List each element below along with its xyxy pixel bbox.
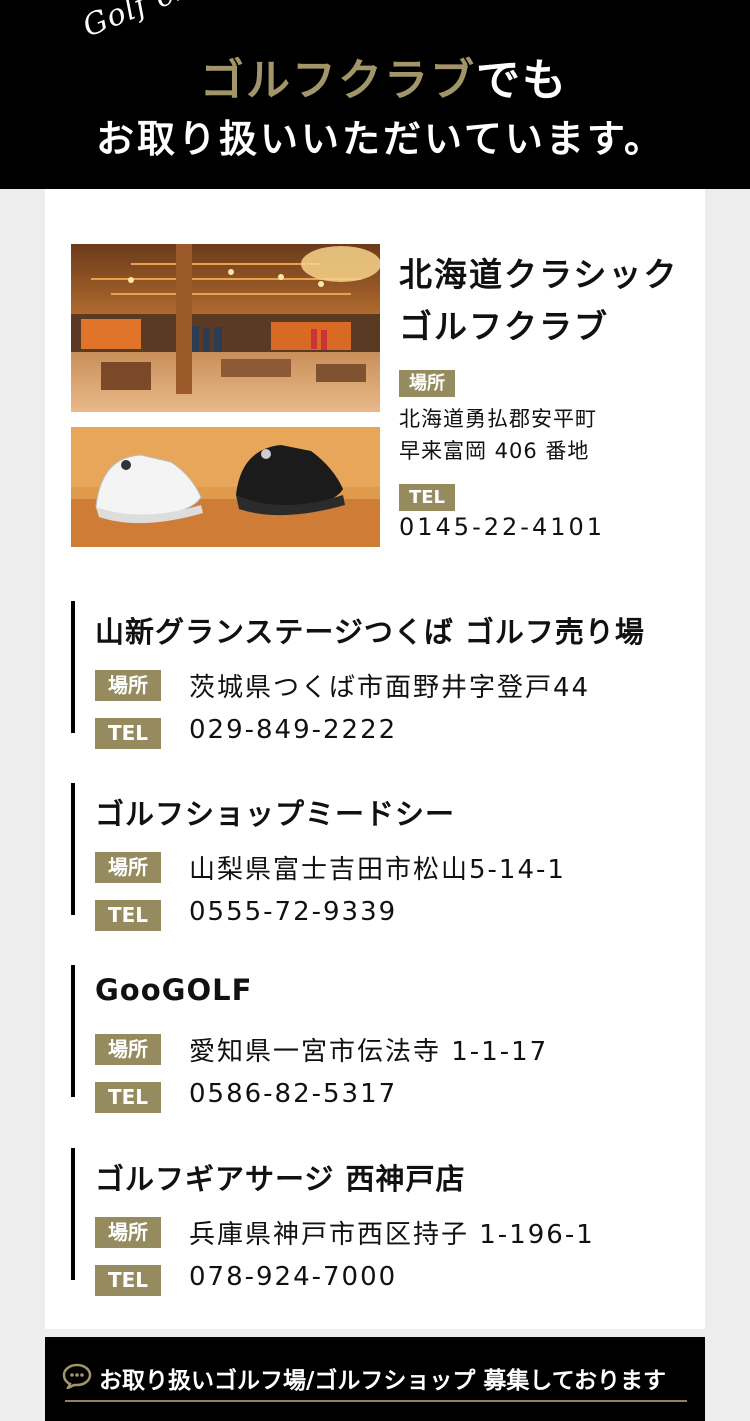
store-name: ゴルフギアサージ 西神戸店 [95, 1162, 466, 1196]
place-badge: 場所 [95, 1217, 161, 1248]
tel-badge: TEL [95, 1082, 161, 1113]
golf-shoes-photo [71, 427, 380, 547]
featured-address: 北海道勇払郡安平町 早来富岡 406 番地 [399, 403, 597, 467]
place-badge: 場所 [95, 670, 161, 701]
featured-name-line2: ゴルフクラブ [399, 307, 609, 346]
accent-bar [71, 601, 75, 733]
tel-badge: TEL [95, 900, 161, 931]
store-address: 茨城県つくば市面野井字登戸44 [189, 673, 591, 703]
store-entry: ゴルフギアサージ 西神戸店 場所 兵庫県神戸市西区持子 1-196-1 TEL … [71, 1148, 691, 1296]
place-badge: 場所 [95, 1034, 161, 1065]
recruit-banner-text: お取り扱いゴルフ場/ゴルフショップ 募集しております [99, 1368, 667, 1394]
recruit-banner[interactable]: お取り扱いゴルフ場/ゴルフショップ 募集しております [45, 1337, 705, 1421]
store-address: 山梨県富士吉田市松山5-14-1 [189, 855, 566, 885]
title-gold: ゴルフクラブ [200, 55, 476, 106]
place-badge: 場所 [399, 370, 455, 397]
featured-store-name: 北海道クラシック ゴルフクラブ [399, 249, 678, 353]
store-tel[interactable]: 078-924-7000 [189, 1262, 397, 1292]
store-entry: 山新グランステージつくば ゴルフ売り場 場所 茨城県つくば市面野井字登戸44 T… [71, 601, 691, 749]
store-entry: GooGOLF 場所 愛知県一宮市伝法寺 1-1-17 TEL 0586-82-… [71, 965, 691, 1113]
store-name: ゴルフショップミードシー [95, 797, 456, 831]
store-tel[interactable]: 0586-82-5317 [189, 1079, 397, 1109]
place-badge: 場所 [95, 852, 161, 883]
store-name: GooGOLF [95, 973, 253, 1007]
accent-bar [71, 783, 75, 915]
store-entry: ゴルフショップミードシー 場所 山梨県富士吉田市松山5-14-1 TEL 055… [71, 783, 691, 931]
page-title: ゴルフクラブでも [200, 44, 568, 108]
title-suffix: でも [476, 55, 568, 106]
featured-name-line1: 北海道クラシック [399, 255, 679, 294]
store-tel[interactable]: 029-849-2222 [189, 715, 397, 745]
tel-badge: TEL [95, 718, 161, 749]
store-address: 愛知県一宮市伝法寺 1-1-17 [189, 1037, 549, 1067]
tel-badge: TEL [95, 1265, 161, 1296]
featured-tel[interactable]: 0145-22-4101 [399, 513, 605, 541]
accent-bar [71, 965, 75, 1097]
tel-badge: TEL [399, 484, 455, 511]
address-line1: 北海道勇払郡安平町 [399, 407, 597, 431]
address-line2: 早来富岡 406 番地 [399, 439, 590, 463]
header-banner: Golf club ゴルフクラブでも お取り扱いいただいています。 [0, 0, 750, 189]
accent-bar [71, 1148, 75, 1280]
proshop-photo [71, 244, 380, 412]
script-heading: Golf club [78, 0, 227, 45]
store-name: 山新グランステージつくば ゴルフ売り場 [95, 615, 645, 649]
page-subtitle: お取り扱いいただいています。 [96, 117, 666, 161]
store-list-panel: 北海道クラシック ゴルフクラブ 場所 北海道勇払郡安平町 早来富岡 406 番地… [45, 189, 705, 1329]
chat-bubble-icon [62, 1363, 92, 1393]
store-tel[interactable]: 0555-72-9339 [189, 897, 397, 927]
store-address: 兵庫県神戸市西区持子 1-196-1 [189, 1220, 595, 1250]
banner-underline [65, 1400, 687, 1402]
